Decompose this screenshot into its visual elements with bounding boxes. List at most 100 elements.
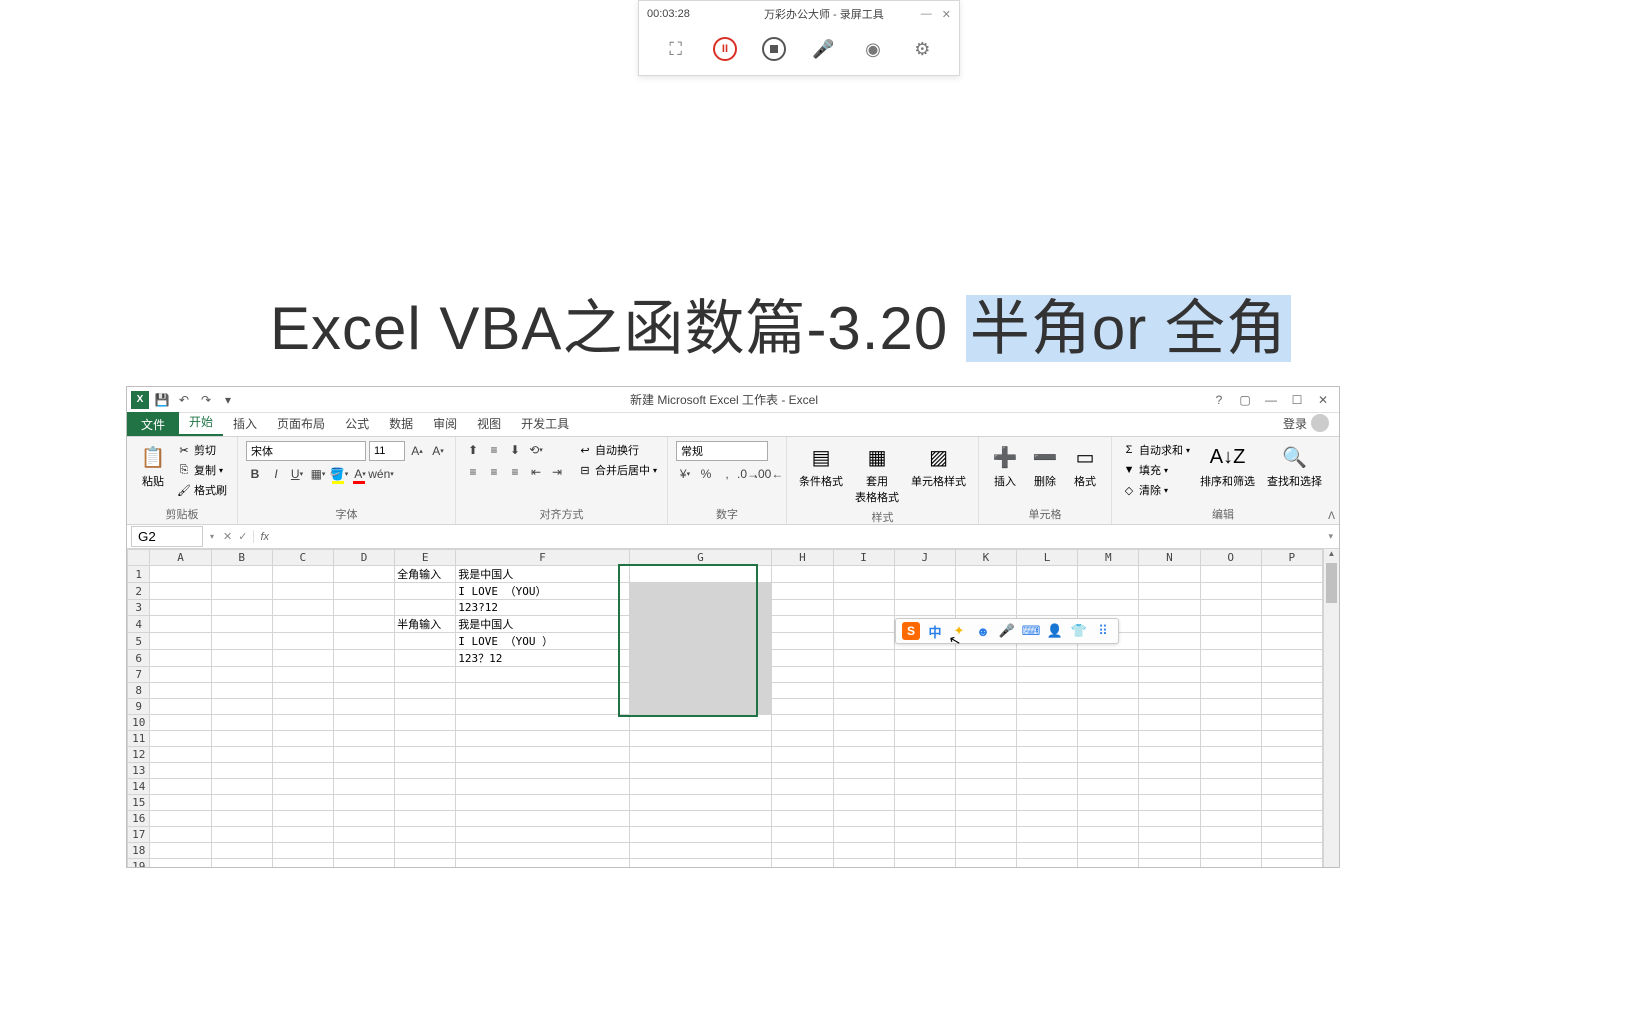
copy-button[interactable]: ⎘复制▾ <box>175 461 229 479</box>
cell[interactable] <box>894 811 955 827</box>
formula-input[interactable] <box>275 529 1322 545</box>
cell[interactable] <box>211 779 272 795</box>
cell[interactable] <box>150 731 211 747</box>
cell[interactable] <box>456 715 629 731</box>
ime-voice-button[interactable]: 🎤 <box>998 622 1016 640</box>
cell[interactable] <box>1200 583 1261 600</box>
cell[interactable] <box>1139 715 1200 731</box>
cell[interactable] <box>955 600 1016 616</box>
cell[interactable] <box>456 667 629 683</box>
conditional-format-button[interactable]: ▤条件格式 <box>795 441 847 491</box>
cell[interactable] <box>272 600 333 616</box>
cell[interactable] <box>150 600 211 616</box>
cell[interactable] <box>894 827 955 843</box>
cell[interactable] <box>211 763 272 779</box>
cell[interactable] <box>333 779 394 795</box>
delete-cells-button[interactable]: ➖删除 <box>1027 441 1063 491</box>
ribbon-display-button[interactable]: ▢ <box>1233 390 1257 410</box>
cell[interactable] <box>333 699 394 715</box>
cell[interactable] <box>1017 795 1078 811</box>
cell[interactable] <box>150 667 211 683</box>
ime-account-button[interactable]: 👤 <box>1046 622 1064 640</box>
format-cells-button[interactable]: ▭格式 <box>1067 441 1103 491</box>
sheet-table[interactable]: ABCDEFGHIJKLMNOP1全角输入我是中国人2I LOVE （YOU）3… <box>127 549 1323 867</box>
cell[interactable] <box>150 859 211 868</box>
underline-button[interactable]: U▾ <box>288 465 306 483</box>
cell[interactable] <box>211 566 272 583</box>
cell[interactable] <box>456 779 629 795</box>
column-header[interactable]: B <box>211 550 272 566</box>
cell[interactable] <box>1078 779 1139 795</box>
cell[interactable] <box>1139 763 1200 779</box>
cell[interactable] <box>1078 566 1139 583</box>
cell[interactable] <box>1261 566 1322 583</box>
cell[interactable] <box>272 616 333 633</box>
tab-formula[interactable]: 公式 <box>335 411 379 436</box>
cell[interactable] <box>211 843 272 859</box>
row-header[interactable]: 4 <box>128 616 150 633</box>
cell[interactable] <box>1261 683 1322 699</box>
cell[interactable] <box>333 633 394 650</box>
fx-icon[interactable]: fx <box>254 531 275 543</box>
cell[interactable] <box>395 715 456 731</box>
cell[interactable] <box>333 566 394 583</box>
cell[interactable] <box>955 583 1016 600</box>
cell[interactable] <box>833 667 894 683</box>
expand-formula-button[interactable]: ▾ <box>1322 531 1339 542</box>
cell[interactable] <box>1139 616 1200 633</box>
cell[interactable] <box>150 795 211 811</box>
cell[interactable] <box>395 699 456 715</box>
cell[interactable] <box>629 583 772 600</box>
cell[interactable] <box>150 843 211 859</box>
cell[interactable] <box>150 827 211 843</box>
row-header[interactable]: 6 <box>128 650 150 667</box>
cell[interactable] <box>333 811 394 827</box>
cell[interactable] <box>211 600 272 616</box>
cell[interactable] <box>1200 731 1261 747</box>
cell[interactable] <box>333 616 394 633</box>
align-top-button[interactable]: ⬆ <box>464 441 482 459</box>
cell[interactable] <box>1200 763 1261 779</box>
cell[interactable] <box>272 859 333 868</box>
cell[interactable] <box>395 600 456 616</box>
cell[interactable] <box>629 843 772 859</box>
cell[interactable] <box>629 747 772 763</box>
cell[interactable] <box>1139 779 1200 795</box>
cell[interactable] <box>333 859 394 868</box>
cell[interactable] <box>456 795 629 811</box>
maximize-button[interactable]: ☐ <box>1285 390 1309 410</box>
cell[interactable] <box>772 667 833 683</box>
paste-button[interactable]: 📋 粘贴 <box>135 441 171 491</box>
column-header[interactable]: O <box>1200 550 1261 566</box>
align-right-button[interactable]: ≡ <box>506 463 524 481</box>
cell[interactable] <box>150 683 211 699</box>
cell[interactable] <box>1139 683 1200 699</box>
cell[interactable] <box>211 795 272 811</box>
cell[interactable] <box>1261 715 1322 731</box>
cell[interactable] <box>150 747 211 763</box>
cell[interactable] <box>272 731 333 747</box>
cell[interactable] <box>456 683 629 699</box>
column-header[interactable]: K <box>955 550 1016 566</box>
cell[interactable] <box>833 583 894 600</box>
cell[interactable] <box>272 843 333 859</box>
cell[interactable] <box>150 583 211 600</box>
cell[interactable]: I LOVE （YOU） <box>456 583 629 600</box>
cell[interactable] <box>955 811 1016 827</box>
increase-indent-button[interactable]: ⇥ <box>548 463 566 481</box>
cell[interactable] <box>894 859 955 868</box>
cell[interactable] <box>150 650 211 667</box>
cell[interactable] <box>1078 747 1139 763</box>
cell[interactable] <box>395 795 456 811</box>
cell[interactable] <box>1017 715 1078 731</box>
row-header[interactable]: 10 <box>128 715 150 731</box>
row-header[interactable]: 12 <box>128 747 150 763</box>
cell[interactable] <box>211 650 272 667</box>
cell[interactable] <box>955 699 1016 715</box>
cell[interactable] <box>1139 795 1200 811</box>
cell[interactable] <box>629 699 772 715</box>
cell[interactable] <box>150 811 211 827</box>
cell[interactable] <box>333 763 394 779</box>
close-button[interactable]: ✕ <box>1311 390 1335 410</box>
select-all-button[interactable] <box>128 550 150 566</box>
